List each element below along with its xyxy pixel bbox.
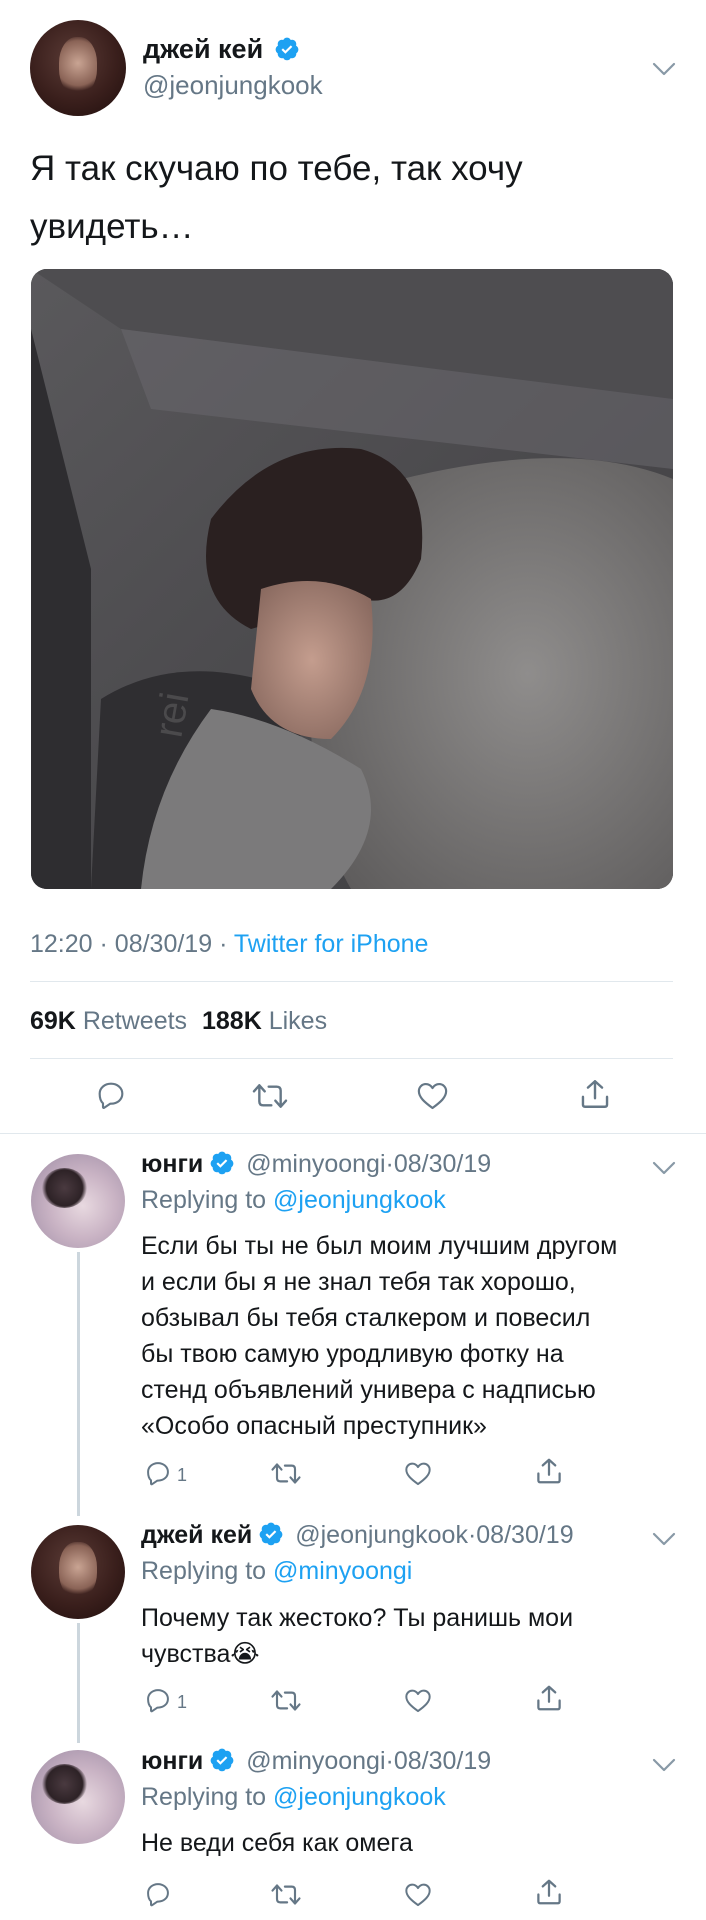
tweet-time: 12:20	[30, 930, 93, 958]
retweet-icon[interactable]	[270, 1460, 302, 1487]
reply-display-name[interactable]: юнги	[141, 1747, 203, 1775]
author-display-name[interactable]: джей кей	[143, 34, 263, 64]
engagement-stats: 69K Retweets 188K Likes	[30, 1007, 327, 1036]
reply-avatar[interactable]	[31, 1750, 125, 1844]
like-icon[interactable]	[404, 1687, 432, 1713]
reply-display-name[interactable]: джей кей	[141, 1521, 252, 1549]
reply-icon[interactable]	[144, 1880, 172, 1908]
retweet-icon[interactable]	[270, 1687, 302, 1714]
retweet-icon[interactable]	[270, 1881, 302, 1908]
retweets-label[interactable]: Retweets	[83, 1007, 187, 1035]
share-icon[interactable]	[578, 1077, 612, 1111]
tweet-photo[interactable]: rei	[31, 269, 673, 889]
reply-text: Почему так жестоко? Ты ранишь мои чувств…	[141, 1600, 573, 1672]
tweet-meta: 12:20 · 08/30/19 · Twitter for iPhone	[30, 930, 428, 959]
verified-badge-icon	[274, 36, 300, 62]
replying-to: Replying to @minyoongi	[141, 1557, 412, 1586]
reply-date[interactable]: 08/30/19	[476, 1521, 573, 1549]
replying-prefix: Replying to	[141, 1783, 267, 1811]
replying-to-link[interactable]: @jeonjungkook	[273, 1186, 446, 1214]
reply-text-line: Почему так жестоко? Ты ранишь мои	[141, 1604, 574, 1632]
reply-text-line: чувства	[141, 1640, 231, 1668]
reply-text-line: «Особо опасный преступник»	[141, 1412, 487, 1440]
retweet-icon[interactable]	[251, 1080, 289, 1112]
tweet-date: 08/30/19	[114, 930, 213, 958]
share-icon[interactable]	[534, 1683, 564, 1713]
reply-count: 1	[177, 1465, 188, 1485]
like-icon[interactable]	[404, 1460, 432, 1486]
author-name-row[interactable]: джей кей	[143, 34, 300, 65]
chevron-down-icon[interactable]	[652, 1758, 676, 1772]
crying-emoji: 😭	[230, 1639, 260, 1668]
replying-to: Replying to @jeonjungkook	[141, 1783, 446, 1812]
reply-text-line: стенд объявлений универа с надписью	[141, 1376, 596, 1404]
reply-text-line: Не веди себя как омега	[141, 1829, 413, 1857]
reply-text-line: и если бы я не знал тебя так хорошо,	[141, 1268, 576, 1296]
reply-text: Не веди себя как омега	[141, 1825, 413, 1861]
likes-count[interactable]: 188K	[202, 1007, 262, 1035]
meta-separator: ·	[385, 1150, 394, 1178]
photo-illustration: rei	[31, 269, 673, 889]
replying-to-link[interactable]: @jeonjungkook	[273, 1783, 446, 1811]
verified-badge-icon	[209, 1747, 235, 1773]
reply-text-line: бы твою самую уродливую фотку на	[141, 1340, 564, 1368]
meta-separator: ·	[385, 1747, 394, 1775]
verified-badge-icon	[209, 1150, 235, 1176]
share-icon[interactable]	[534, 1877, 564, 1907]
replying-prefix: Replying to	[141, 1557, 267, 1585]
retweets-count[interactable]: 69K	[30, 1007, 76, 1035]
reply-handle[interactable]: @minyoongi	[246, 1747, 385, 1775]
divider	[0, 1133, 706, 1134]
reply-icon[interactable]	[95, 1079, 127, 1111]
reply-header: юнги @minyoongi·08/30/19	[141, 1150, 491, 1179]
reply-date[interactable]: 08/30/19	[394, 1747, 491, 1775]
meta-separator: ·	[219, 930, 228, 958]
verified-badge-icon	[258, 1521, 284, 1547]
likes-label[interactable]: Likes	[269, 1007, 327, 1035]
meta-separator: ·	[99, 930, 108, 958]
reply-header: джей кей @jeonjungkook·08/30/19	[141, 1521, 574, 1550]
reply-text-line: Если бы ты не был моим лучшим другом	[141, 1232, 618, 1260]
chevron-down-icon[interactable]	[652, 1161, 676, 1175]
thread-line	[77, 1623, 80, 1743]
like-icon[interactable]	[404, 1881, 432, 1907]
tweet-source-link[interactable]: Twitter for iPhone	[234, 930, 429, 958]
tweet-text-line: Я так скучаю по тебе, так хочу	[30, 149, 523, 188]
reply-header: юнги @minyoongi·08/30/19	[141, 1747, 491, 1776]
reply-avatar[interactable]	[31, 1525, 125, 1619]
reply-avatar[interactable]	[31, 1154, 125, 1248]
replying-prefix: Replying to	[141, 1186, 267, 1214]
share-icon[interactable]	[534, 1456, 564, 1486]
author-handle[interactable]: @jeonjungkook	[143, 70, 323, 101]
reply-handle[interactable]: @minyoongi	[246, 1150, 385, 1178]
thread-line	[77, 1252, 80, 1516]
reply-icon[interactable]	[144, 1459, 172, 1487]
reply-text-line-row: чувства😭	[141, 1636, 573, 1672]
reply-icon[interactable]	[144, 1686, 172, 1714]
author-avatar[interactable]	[30, 20, 126, 116]
reply-date[interactable]: 08/30/19	[394, 1150, 491, 1178]
like-icon[interactable]	[416, 1080, 449, 1110]
photo-overlay-text: rei	[147, 689, 198, 740]
replying-to-link[interactable]: @minyoongi	[273, 1557, 412, 1585]
tweet-text: Я так скучаю по тебе, так хочу увидеть…	[30, 140, 523, 256]
divider	[30, 981, 673, 982]
reply-display-name[interactable]: юнги	[141, 1150, 203, 1178]
reply-text: Если бы ты не был моим лучшим другом и е…	[141, 1228, 617, 1444]
divider	[30, 1058, 673, 1059]
reply-text-line: обзывал бы тебя сталкером и повесил	[141, 1304, 591, 1332]
tweet-text-line: увидеть…	[30, 207, 194, 246]
reply-handle[interactable]: @jeonjungkook	[295, 1521, 468, 1549]
replying-to: Replying to @jeonjungkook	[141, 1186, 446, 1215]
reply-count: 1	[177, 1692, 188, 1712]
chevron-down-icon[interactable]	[652, 62, 676, 76]
chevron-down-icon[interactable]	[652, 1532, 676, 1546]
